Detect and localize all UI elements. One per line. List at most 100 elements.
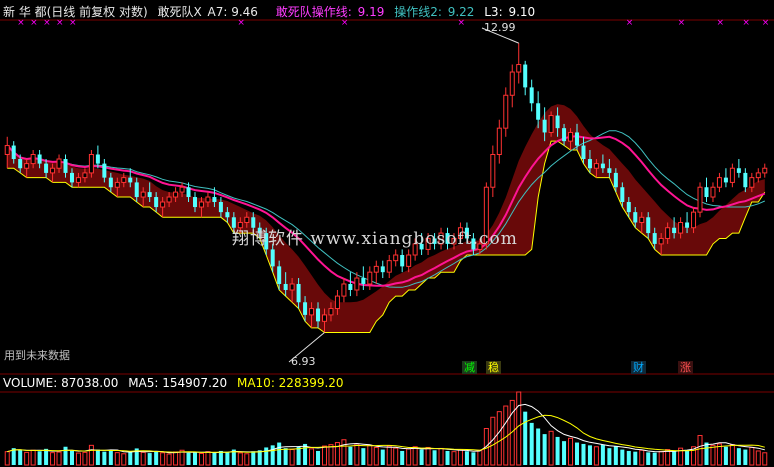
candle-body [367,271,373,285]
candle-body [691,211,697,229]
signal-badge: 稳 [486,361,501,374]
indicator-label: 操作线2: [394,5,442,19]
volume-bar [348,446,353,465]
volume-bar [457,449,463,466]
candle-body [321,314,327,322]
indicator-label: 敢死队X [157,5,202,19]
signal-badge: 涨 [678,361,693,374]
candle-body [593,163,599,169]
candle-body [581,145,586,160]
volume-bar [593,446,599,466]
volume-bar [697,435,703,466]
volume-bar [373,446,379,466]
candle-body [373,265,379,273]
candle-body [743,172,748,188]
volume-ma5: MA5: 154907.20 [128,376,228,390]
volume-bar [316,450,321,465]
volume-bar [516,391,522,466]
candle-body [652,233,657,244]
indicator-band [7,104,765,333]
volume-bar [82,451,88,466]
candle-body [562,128,567,142]
candle-body [316,308,321,322]
candle-body [166,196,172,203]
watermark: 翔博软件 www.xiangbosoft.com [232,229,518,249]
candle-body [37,154,42,164]
volume-bar [24,451,30,466]
volume-bar [44,448,49,465]
volume-bar [30,449,36,466]
volume-bar [140,451,146,466]
candle-body [380,266,385,273]
volume-bar [277,442,282,465]
volume-bar [568,437,574,466]
candle-body [509,71,515,96]
candle-body [587,159,592,169]
stock-title: 新 华 都(日线 前复权 对数) [3,5,148,19]
volume-bar [321,445,327,466]
volume-bar [154,451,159,465]
candle-body [108,177,113,188]
volume-bar [50,452,56,466]
volume-bar [186,452,191,465]
volume-bar [587,445,592,465]
volume-bar [646,452,651,465]
volume-bar [581,443,586,465]
candle-body [30,153,36,165]
volume-bar [743,449,748,465]
candle-body [600,163,605,169]
volume-bar [198,452,204,466]
volume-bar [283,448,288,465]
candle-body [212,197,217,203]
signal-marker: × [762,18,770,28]
volume-bar [607,448,612,465]
volume-bar [542,434,547,465]
volume-bar [529,422,534,465]
candle-body [121,177,127,183]
volume-bar [736,448,741,465]
candle-body [277,266,282,284]
candle-body [529,87,534,104]
indicator-value: 9.19 [357,5,385,19]
candle-body [665,227,671,239]
volume-bar [412,446,418,466]
volume-bar [75,452,81,466]
volume-bar [600,444,605,465]
candle-body [762,167,768,174]
volume-bar [729,444,735,466]
candle-body [69,172,74,183]
candle-body [536,103,541,120]
volume-bar [639,449,645,466]
candle-body [192,197,198,208]
candle-body [658,237,664,245]
candle-body [296,283,301,303]
candle-body [18,159,23,169]
volume-bar [192,452,198,465]
candle-body [348,283,353,290]
candle-body [620,187,625,203]
volume-bar [451,451,457,466]
candle-body [685,222,690,228]
volume-bar [477,449,483,466]
candle-body [173,191,179,198]
indicator-label: 敢死队操作线: [275,5,352,19]
candle-body [723,177,728,183]
candle-body [11,145,16,160]
candle-body [128,177,133,183]
signal-marker: × [626,18,634,28]
candle-body [309,308,315,316]
candle-body [24,163,30,169]
volume-bar [562,441,567,465]
candle-body [646,217,651,234]
volume-bar [303,443,308,465]
volume-bar [574,442,580,465]
candle-body [626,202,631,213]
indicator-value: A7: 9.46 [207,5,258,19]
signal-badge: 减 [462,361,477,374]
volume-bar [212,452,217,465]
volume-bar [309,448,315,466]
volume-bar [4,451,10,466]
candle-body [710,186,716,198]
candle-body [270,249,275,267]
volume-bar [160,452,166,466]
